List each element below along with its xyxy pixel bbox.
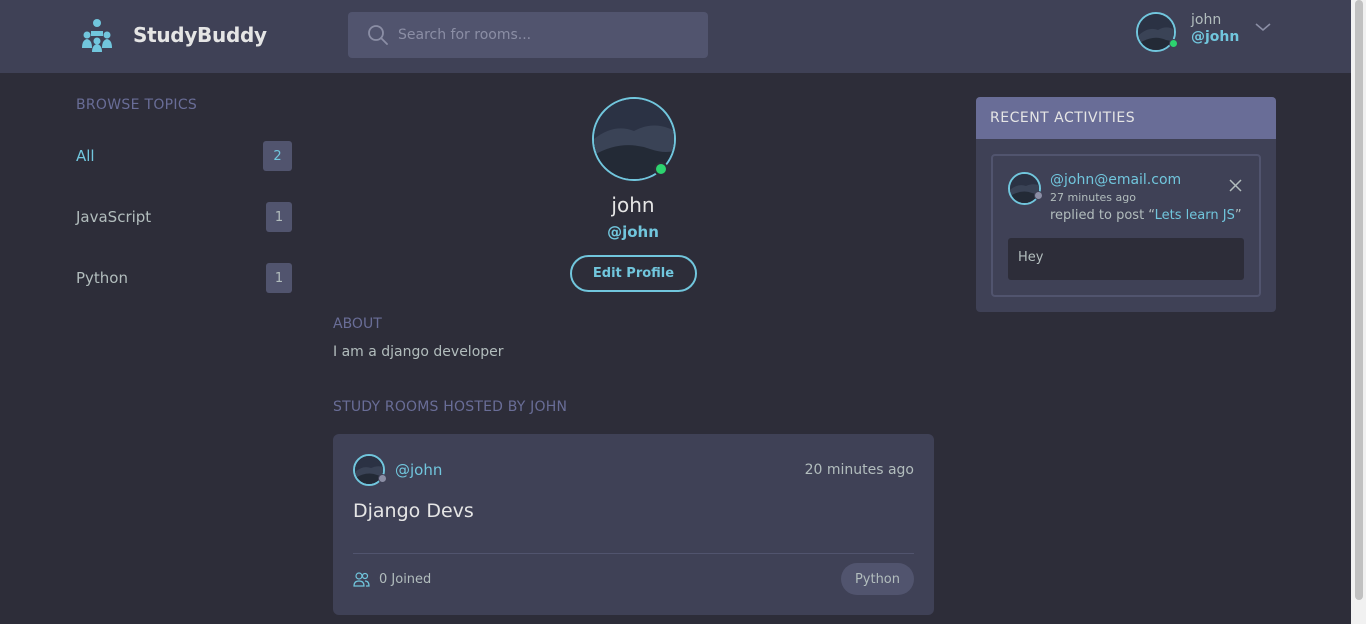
header-user-name: john (1191, 12, 1222, 28)
sidebar-item-python[interactable]: Python 1 (76, 261, 292, 295)
search-icon (368, 25, 388, 45)
room-title-link[interactable]: Django Devs (353, 500, 474, 522)
hosted-rooms-heading: STUDY ROOMS HOSTED BY JOHN (333, 399, 568, 415)
search-input[interactable] (398, 27, 688, 43)
topics-sidebar: BROWSE TOPICS All 2 JavaScript 1 Python … (76, 97, 292, 293)
room-card: @john 20 minutes ago Django Devs 0 Joine… (333, 434, 934, 615)
room-host-handle: @john (395, 461, 443, 479)
room-host-link[interactable]: @john (353, 454, 442, 486)
offline-status-dot (378, 474, 387, 483)
profile-name: john (611, 193, 655, 217)
activity-time: 27 minutes ago (1050, 191, 1136, 204)
sidebar-item-javascript[interactable]: JavaScript 1 (76, 200, 292, 234)
activity-description: replied to post “Lets learn JS” (1050, 208, 1242, 223)
online-status-dot (654, 162, 668, 176)
header-user-handle: @john (1191, 29, 1240, 45)
scrollbar-thumb[interactable] (1355, 0, 1363, 600)
close-icon[interactable] (1229, 179, 1242, 192)
topic-label: JavaScript (76, 208, 152, 226)
activity-user-link[interactable]: @john@email.com (1050, 172, 1181, 188)
activity-message: Hey (1008, 238, 1244, 280)
offline-status-dot (1034, 191, 1043, 200)
profile-handle: @john (607, 223, 659, 241)
recent-activities-panel: RECENT ACTIVITIES @john@email.com 27 min… (976, 97, 1276, 312)
app-name: StudyBuddy (133, 23, 267, 47)
edit-profile-button[interactable]: Edit Profile (570, 255, 697, 292)
room-timestamp: 20 minutes ago (804, 462, 914, 478)
activity-action-end: ” (1234, 208, 1242, 223)
topic-label: Python (76, 269, 128, 287)
app-logo-link[interactable]: StudyBuddy (80, 18, 267, 52)
activity-avatar-image (1010, 174, 1039, 203)
user-menu[interactable]: john @john (1136, 12, 1271, 52)
topic-count-badge: 1 (266, 263, 292, 293)
topic-count-badge: 2 (263, 141, 292, 171)
profile-avatar-wrapper (592, 97, 676, 181)
topic-label: All (76, 147, 95, 165)
activity-post-link[interactable]: Lets learn JS (1155, 208, 1235, 223)
search-bar[interactable] (348, 12, 708, 58)
topic-count-badge: 1 (266, 202, 292, 232)
joined-count-label: 0 Joined (379, 572, 432, 587)
sidebar-item-all[interactable]: All 2 (76, 139, 292, 173)
room-joined-count: 0 Joined (353, 571, 431, 588)
top-navbar: StudyBuddy john @john (0, 0, 1351, 73)
users-icon (353, 572, 370, 587)
divider (353, 553, 914, 554)
about-text: I am a django developer (333, 344, 504, 360)
room-topic-tag[interactable]: Python (840, 563, 914, 595)
activity-item: @john@email.com 27 minutes ago replied t… (991, 154, 1261, 297)
sidebar-title: BROWSE TOPICS (76, 97, 198, 113)
page-scrollbar[interactable] (1351, 0, 1366, 624)
online-status-dot (1169, 39, 1178, 48)
logo-icon (82, 19, 112, 52)
activities-heading: RECENT ACTIVITIES (976, 97, 1276, 139)
activity-action: replied to post “ (1050, 208, 1155, 223)
avatar[interactable] (1008, 172, 1041, 205)
about-heading: ABOUT (333, 316, 382, 332)
chevron-down-icon[interactable] (1254, 21, 1272, 33)
